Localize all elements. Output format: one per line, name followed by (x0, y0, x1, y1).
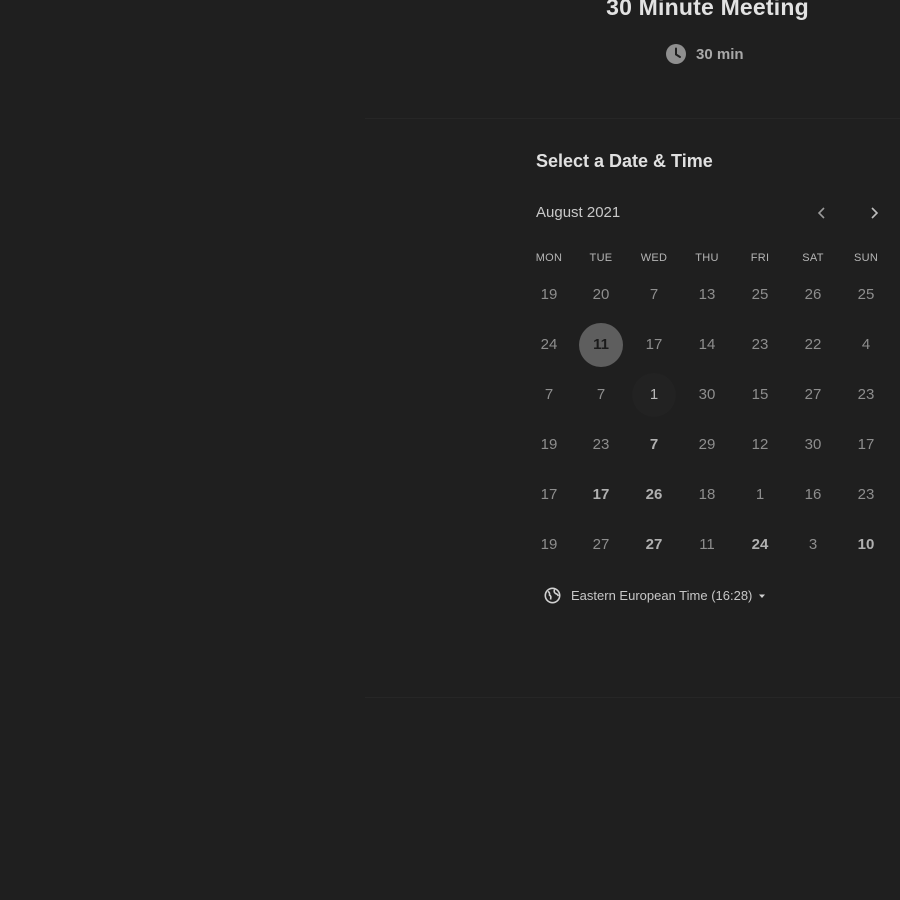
next-month-button[interactable] (861, 200, 887, 226)
selected-day-button[interactable]: 11 (579, 323, 623, 367)
weekday-label: THU (695, 252, 719, 264)
calendar-day: 7 (596, 386, 606, 403)
calendar-day: 23 (857, 486, 875, 503)
duration-label: 30 min (696, 45, 744, 63)
calendar-day: 19 (540, 286, 558, 303)
calendar-day: 24 (540, 336, 558, 353)
scheduling-page: 30 Minute Meeting 30 min Select a Date &… (0, 0, 900, 900)
event-title: 30 Minute Meeting (606, 0, 809, 20)
weekday-label: WED (640, 252, 668, 264)
available-day-button[interactable]: 26 (632, 473, 676, 517)
calendar-day: 30 (698, 386, 716, 403)
calendar-day: 1 (755, 486, 765, 503)
chevron-left-icon (817, 207, 825, 219)
calendar-day: 17 (645, 336, 663, 353)
calendar-day: 7 (544, 386, 554, 403)
calendar-day: 14 (698, 336, 716, 353)
chevron-right-icon (871, 207, 879, 219)
calendar-day: 3 (808, 536, 818, 553)
caret-down-icon (759, 594, 766, 598)
calendar-day: 27 (592, 536, 610, 553)
calendar-day: 4 (861, 336, 871, 353)
available-day-button[interactable]: 17 (579, 473, 623, 517)
weekday-label: TUE (589, 252, 613, 264)
event-duration: 30 min (666, 44, 744, 64)
calendar-day: 19 (540, 536, 558, 553)
calendar-day: 12 (751, 436, 769, 453)
calendar-day: 23 (751, 336, 769, 353)
calendar-day: 17 (540, 486, 558, 503)
calendar-day: 26 (804, 286, 822, 303)
calendar-day: 17 (857, 436, 875, 453)
calendar-day: 25 (857, 286, 875, 303)
available-day-button[interactable]: 24 (738, 523, 782, 567)
calendar-day: 16 (804, 486, 822, 503)
calendar-day: 25 (751, 286, 769, 303)
weekday-label: MON (535, 252, 563, 264)
available-day-button[interactable]: 10 (844, 523, 888, 567)
available-day-button[interactable]: 7 (632, 423, 676, 467)
divider (365, 118, 900, 119)
timezone-label: Eastern European Time (16:28) (571, 588, 753, 603)
calendar-day: 23 (592, 436, 610, 453)
clock-icon (666, 44, 686, 64)
calendar-day: 23 (857, 386, 875, 403)
calendar-day: 19 (540, 436, 558, 453)
divider (365, 697, 900, 698)
calendar-day: 7 (649, 286, 659, 303)
calendar-day: 29 (698, 436, 716, 453)
calendar-day: 22 (804, 336, 822, 353)
month-label: August 2021 (536, 204, 621, 221)
today-day: 1 (632, 373, 676, 417)
weekday-label: FRI (750, 252, 770, 264)
calendar-day: 15 (751, 386, 769, 403)
weekday-label: SAT (802, 252, 824, 264)
timezone-selector[interactable]: Eastern European Time (16:28) (544, 587, 766, 604)
available-day-button[interactable]: 27 (632, 523, 676, 567)
weekday-label: SUN (853, 252, 879, 264)
calendar-day: 11 (699, 536, 715, 553)
section-heading: Select a Date & Time (536, 151, 713, 171)
calendar-day: 18 (698, 486, 716, 503)
calendar-day: 30 (804, 436, 822, 453)
previous-month-button[interactable] (809, 200, 835, 226)
calendar-day: 27 (804, 386, 822, 403)
calendar-day: 13 (698, 286, 716, 303)
calendar-day: 20 (592, 286, 610, 303)
globe-icon (544, 587, 561, 604)
